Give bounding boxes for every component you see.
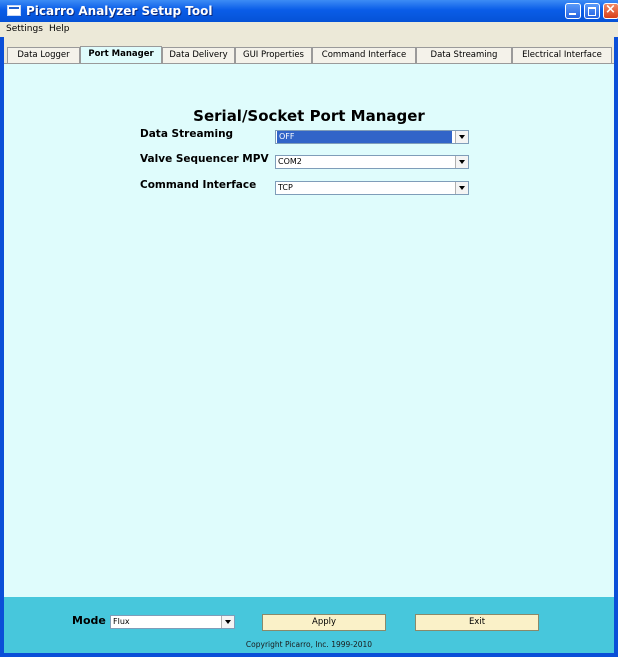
client-area: Data Logger Port Manager Data Delivery G… <box>4 37 614 653</box>
mode-select[interactable]: Flux <box>110 615 235 629</box>
valve-sequencer-select[interactable]: COM2 <box>275 155 469 169</box>
apply-button[interactable]: Apply <box>262 614 386 631</box>
close-button[interactable]: × <box>603 2 618 19</box>
mode-label: Mode <box>72 614 106 627</box>
tab-command-interface[interactable]: Command Interface <box>312 47 416 63</box>
chevron-down-icon[interactable] <box>455 182 468 194</box>
valve-sequencer-label: Valve Sequencer MPV <box>140 153 269 165</box>
minimize-button[interactable] <box>565 3 581 19</box>
chevron-down-icon[interactable] <box>221 616 234 628</box>
app-window: Picarro Analyzer Setup Tool × Settings H… <box>0 0 618 657</box>
menu-settings[interactable]: Settings <box>6 23 43 36</box>
data-streaming-label: Data Streaming <box>140 128 234 140</box>
chevron-down-icon[interactable] <box>455 131 468 143</box>
title-bar[interactable]: Picarro Analyzer Setup Tool × <box>0 0 618 22</box>
command-interface-value: TCP <box>278 183 293 192</box>
menu-help[interactable]: Help <box>49 23 70 36</box>
app-icon <box>7 5 21 16</box>
valve-sequencer-value: COM2 <box>278 157 302 166</box>
tab-gui-properties[interactable]: GUI Properties <box>235 47 312 63</box>
maximize-icon <box>588 7 596 16</box>
tab-port-manager[interactable]: Port Manager <box>80 46 162 63</box>
copyright-text: Copyright Picarro, Inc. 1999-2010 <box>245 640 373 649</box>
tab-data-streaming[interactable]: Data Streaming <box>416 47 512 63</box>
mode-value: Flux <box>113 617 130 626</box>
tab-data-logger[interactable]: Data Logger <box>7 47 80 63</box>
tab-data-delivery[interactable]: Data Delivery <box>162 47 235 63</box>
data-streaming-value: OFF <box>277 131 452 143</box>
window-title: Picarro Analyzer Setup Tool <box>26 4 213 18</box>
command-interface-label: Command Interface <box>140 179 257 191</box>
tab-strip: Data Logger Port Manager Data Delivery G… <box>4 46 614 63</box>
exit-button[interactable]: Exit <box>415 614 539 631</box>
data-streaming-select[interactable]: OFF <box>275 130 469 144</box>
port-manager-panel: Serial/Socket Port Manager Data Streamin… <box>4 63 614 597</box>
minimize-icon <box>569 13 576 15</box>
maximize-button[interactable] <box>584 3 600 19</box>
panel-title: Serial/Socket Port Manager <box>193 107 425 125</box>
close-icon: × <box>605 2 616 17</box>
tab-electrical-interface[interactable]: Electrical Interface <box>512 47 612 63</box>
bottom-bar: Mode Flux Apply Exit Copyright Picarro, … <box>4 597 614 653</box>
menu-bar: Settings Help <box>0 22 618 37</box>
command-interface-select[interactable]: TCP <box>275 181 469 195</box>
chevron-down-icon[interactable] <box>455 156 468 168</box>
